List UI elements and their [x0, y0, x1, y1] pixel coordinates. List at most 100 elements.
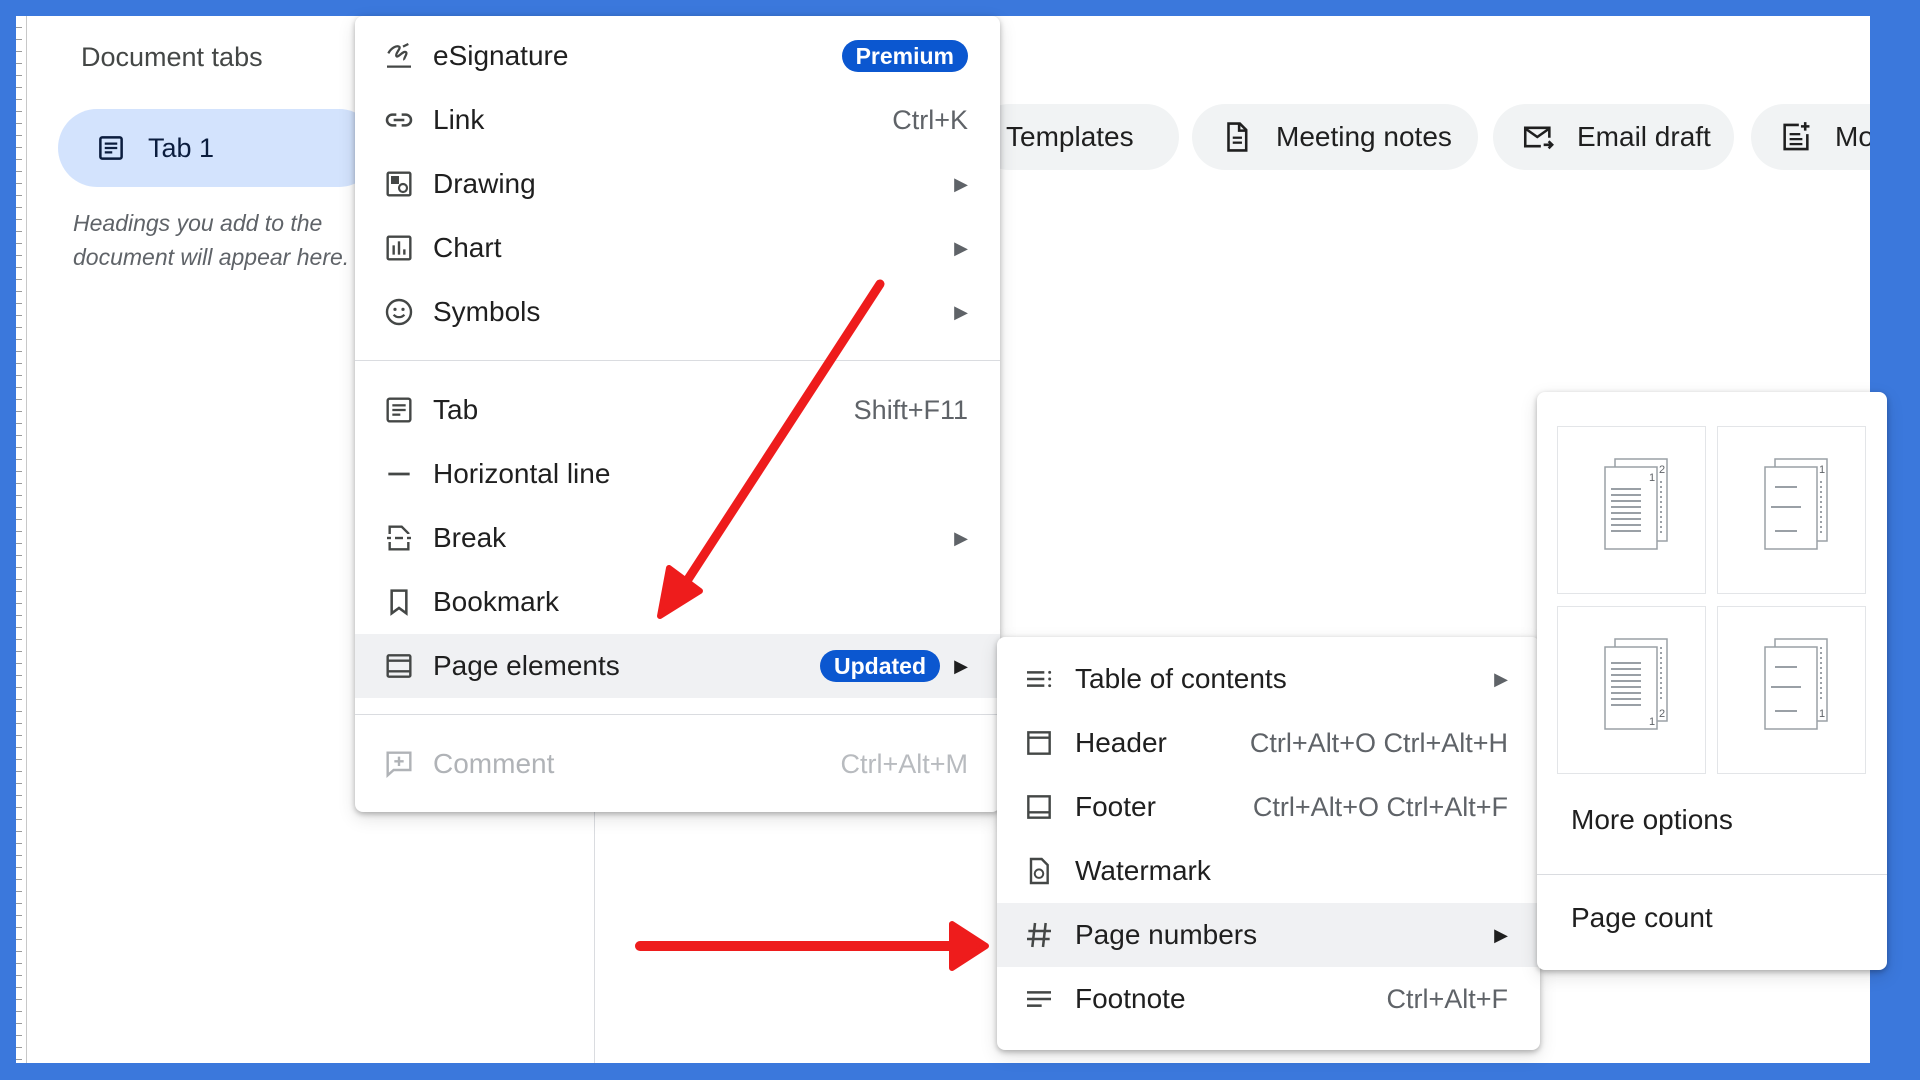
submenu-item-footer[interactable]: Footer Ctrl+Alt+O Ctrl+Alt+F [997, 775, 1540, 839]
headings-hint: Headings you add to the document will ap… [73, 210, 350, 270]
menu-item-label: Link [433, 104, 485, 135]
comment-add-icon [381, 746, 417, 782]
submenu-arrow-icon: ▶ [1494, 924, 1508, 945]
page-number-option-bottom-all[interactable]: 1 2 [1557, 606, 1706, 774]
insert-menu: eSignature Premium Link Ctrl+K Drawing ▶… [355, 16, 1000, 812]
page-number-text: 1 [1649, 716, 1655, 728]
smiley-icon [381, 294, 417, 330]
updated-badge: Updated [820, 650, 940, 682]
panel-divider [594, 776, 595, 1063]
shortcut-text: Ctrl+Alt+O Ctrl+Alt+H [1249, 727, 1508, 758]
menu-item-page-elements[interactable]: Page elements Updated ▶ [355, 634, 1000, 698]
submenu-item-table-of-contents[interactable]: Table of contents ▶ [997, 647, 1540, 711]
email-draft-chip-label: Email draft [1577, 121, 1711, 152]
submenu-item-header[interactable]: Header Ctrl+Alt+O Ctrl+Alt+H [997, 711, 1540, 775]
hash-icon [1021, 917, 1057, 953]
toc-icon [1021, 661, 1057, 697]
bookmark-icon [381, 584, 417, 620]
page-elements-icon [381, 648, 417, 684]
link-icon [381, 102, 417, 138]
page-number-top-right-skip-first-icon: 1 [1747, 453, 1837, 568]
footnote-icon [1021, 981, 1057, 1017]
page-number-option-top-all[interactable]: 1 2 [1557, 426, 1706, 594]
menu-item-break[interactable]: Break ▶ [355, 506, 1000, 570]
vertical-ruler [16, 16, 27, 1063]
header-icon [1021, 725, 1057, 761]
submenu-arrow-icon: ▶ [954, 301, 968, 322]
submenu-item-label: Footer [1075, 791, 1156, 822]
page-number-text: 2 [1659, 464, 1665, 476]
submenu-arrow-icon: ▶ [954, 173, 968, 194]
menu-divider [1537, 874, 1887, 875]
menu-item-esignature[interactable]: eSignature Premium [355, 24, 1000, 88]
tab-icon [381, 392, 417, 428]
menu-item-label: Tab [433, 394, 479, 425]
shortcut-text: Ctrl+K [892, 104, 968, 135]
submenu-item-footnote[interactable]: Footnote Ctrl+Alt+F [997, 967, 1540, 1031]
premium-badge: Premium [841, 40, 968, 72]
break-icon [381, 520, 417, 556]
submenu-item-label: Footnote [1075, 983, 1186, 1014]
templates-chip-label: Templates [1006, 121, 1134, 152]
email-icon [1521, 120, 1555, 154]
shortcut-text: Ctrl+Alt+F [1386, 983, 1508, 1014]
more-options-item[interactable]: More options [1571, 804, 1733, 836]
menu-item-tab[interactable]: Tab Shift+F11 [355, 378, 1000, 442]
submenu-arrow-icon: ▶ [954, 237, 968, 258]
menu-item-chart[interactable]: Chart ▶ [355, 216, 1000, 280]
menu-item-label: eSignature [433, 40, 569, 71]
submenu-arrow-icon: ▶ [954, 527, 968, 548]
submenu-item-page-numbers[interactable]: Page numbers ▶ [997, 903, 1540, 967]
meeting-notes-chip[interactable]: Meeting notes [1192, 104, 1478, 170]
submenu-item-label: Table of contents [1075, 663, 1287, 694]
shortcut-text: Ctrl+Alt+M [840, 748, 968, 779]
submenu-arrow-icon: ▶ [1494, 668, 1508, 689]
menu-item-symbols[interactable]: Symbols ▶ [355, 280, 1000, 344]
horizontal-line-icon [381, 456, 417, 492]
more-chip[interactable]: More [1751, 104, 1870, 170]
menu-item-label: Drawing [433, 168, 536, 199]
submenu-arrow-icon: ▶ [954, 655, 968, 676]
menu-item-drawing[interactable]: Drawing ▶ [355, 152, 1000, 216]
page-number-option-bottom-skip-first[interactable]: 1 [1717, 606, 1866, 774]
menu-item-label: Chart [433, 232, 502, 263]
add-document-icon [1779, 120, 1813, 154]
document-tabs-title: Document tabs [81, 42, 263, 72]
page-count-item[interactable]: Page count [1571, 902, 1713, 934]
page-elements-submenu: Table of contents ▶ Header Ctrl+Alt+O Ct… [997, 637, 1540, 1050]
more-chip-label: More [1835, 121, 1870, 152]
menu-item-horizontal-line[interactable]: Horizontal line [355, 442, 1000, 506]
page-number-text: 1 [1819, 464, 1825, 476]
document-tab-icon [96, 133, 126, 163]
menu-divider [355, 360, 1000, 361]
tab-1-label: Tab 1 [148, 132, 215, 163]
footer-icon [1021, 789, 1057, 825]
submenu-item-label: Watermark [1075, 855, 1211, 886]
watermark-icon [1021, 853, 1057, 889]
tab-1-item[interactable]: Tab 1 [58, 109, 378, 187]
menu-item-link[interactable]: Link Ctrl+K [355, 88, 1000, 152]
submenu-item-label: Page numbers [1075, 919, 1258, 950]
menu-item-label: Horizontal line [433, 458, 611, 489]
page-number-text: 1 [1649, 472, 1655, 484]
menu-item-label: Page elements [433, 650, 620, 681]
meeting-notes-chip-label: Meeting notes [1276, 121, 1452, 152]
page-number-bottom-right-skip-first-icon: 1 [1747, 633, 1837, 748]
page-number-top-right-all-pages-icon: 1 2 [1587, 453, 1677, 568]
chart-icon [381, 230, 417, 266]
menu-divider [355, 714, 1000, 715]
document-icon [1220, 120, 1254, 154]
page-numbers-submenu: 1 2 1 1 2 1 More options Page count [1537, 392, 1887, 970]
page-number-option-top-skip-first[interactable]: 1 [1717, 426, 1866, 594]
menu-item-label: Comment [433, 748, 555, 779]
menu-item-label: Break [433, 522, 507, 553]
submenu-item-label: Header [1075, 727, 1167, 758]
shortcut-text: Ctrl+Alt+O Ctrl+Alt+F [1252, 791, 1508, 822]
submenu-item-watermark[interactable]: Watermark [997, 839, 1540, 903]
templates-chip[interactable]: Templates [976, 104, 1179, 170]
page-number-text: 2 [1659, 708, 1665, 720]
email-draft-chip[interactable]: Email draft [1493, 104, 1734, 170]
menu-item-comment: Comment Ctrl+Alt+M [355, 732, 1000, 796]
menu-item-bookmark[interactable]: Bookmark [355, 570, 1000, 634]
page-number-bottom-right-all-pages-icon: 1 2 [1587, 633, 1677, 748]
